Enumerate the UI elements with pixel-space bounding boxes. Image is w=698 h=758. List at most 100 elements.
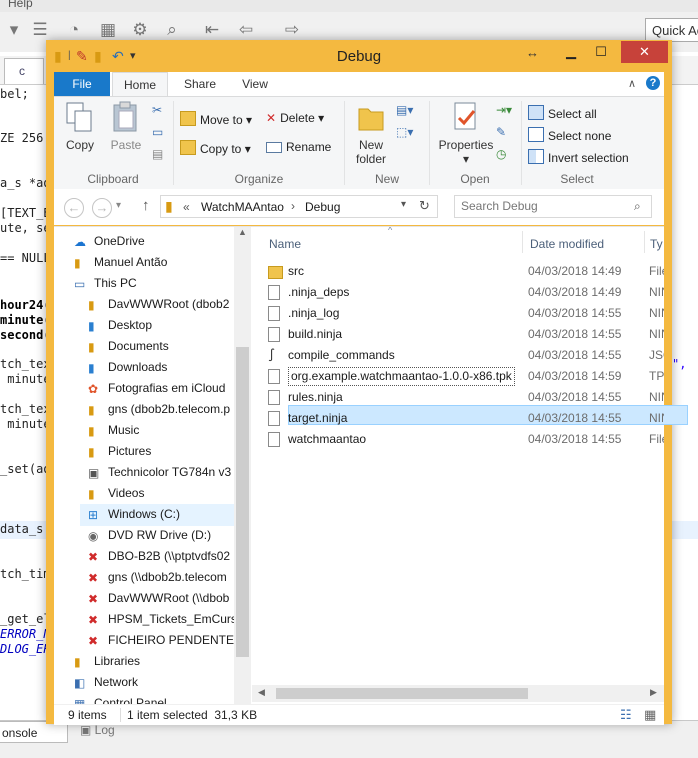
file-row[interactable]: target.ninja 04/03/2018 14:55 NIN — [264, 408, 664, 429]
file-list[interactable]: Name ^ Date modified Ty src 04/03/2018 14… — [252, 227, 664, 705]
nav-item[interactable]: ▮ Downloads — [88, 357, 167, 378]
maximize-button[interactable]: ☐ — [586, 41, 616, 63]
nav-item[interactable]: ✖ HPSM_Tickets_EmCurs — [88, 609, 234, 630]
column-separator[interactable] — [522, 231, 523, 253]
dropdown-arrow-icon[interactable]: ▾ — [4, 20, 24, 40]
search-icon[interactable]: ⌕ — [634, 199, 641, 214]
invert-selection-button[interactable]: Invert selection — [528, 149, 629, 165]
column-separator[interactable] — [644, 231, 645, 253]
column-name[interactable]: Name — [269, 237, 301, 251]
nav-item[interactable]: ✖ gns (\\dbob2b.telecom — [88, 567, 227, 588]
nav-item[interactable]: ▣ Technicolor TG784n v3 — [88, 462, 231, 483]
open-icon[interactable]: ⇥▾ — [496, 103, 512, 117]
nav-item[interactable]: ✖ FICHEIRO PENDENTES — [88, 630, 234, 651]
navigation-pane[interactable]: ☁ OneDrive ▮ Manuel Antão ▭ This PC ▮ DavWWWRoo… — [54, 227, 234, 705]
move-to-button[interactable]: Move to ▾ — [180, 111, 252, 127]
scroll-right-icon[interactable]: ▶ — [650, 687, 657, 698]
recent-locations-icon[interactable]: ▾ — [116, 200, 121, 211]
edit-icon[interactable]: ✎ — [496, 125, 506, 139]
paste-shortcut-icon[interactable]: ▤ — [152, 147, 163, 161]
file-row[interactable]: ∫ compile_commands 04/03/2018 14:55 JSO — [264, 345, 664, 366]
new-folder-button[interactable]: New folder — [348, 101, 394, 166]
cut-icon[interactable]: ✂ — [152, 103, 162, 117]
scroll-up-icon[interactable]: ▲ — [238, 227, 247, 237]
nav-item[interactable]: ▮ Libraries — [74, 651, 140, 672]
forward-button[interactable]: → — [92, 198, 112, 218]
select-none-button[interactable]: Select none — [528, 127, 611, 143]
paste-button[interactable]: Paste — [104, 101, 148, 152]
forward-arrow-icon[interactable]: ⇨ — [282, 20, 302, 40]
file-row[interactable]: src 04/03/2018 14:49 File — [264, 261, 664, 282]
refresh-icon[interactable]: ↻ — [419, 198, 430, 214]
dashboard-icon[interactable]: ◔ — [64, 20, 84, 40]
nav-item[interactable]: ▮ Videos — [88, 483, 144, 504]
nav-item[interactable]: ☁ OneDrive — [74, 231, 145, 252]
history-icon[interactable]: ◷ — [496, 147, 506, 161]
minimize-button[interactable]: ▁ — [558, 41, 584, 63]
nav-item-label: Downloads — [108, 360, 168, 374]
column-type[interactable]: Ty — [650, 237, 663, 251]
nav-item[interactable]: ▮ Desktop — [88, 315, 152, 336]
nav-item[interactable]: ✖ DBO-B2B (\\ptptvdfs02 — [88, 546, 230, 567]
title-bar[interactable]: ▮ | ✎ ▮ ↶ ▾ Debug ↔ ▁ ☐ ✕ — [46, 40, 672, 72]
rename-button[interactable]: Rename — [266, 140, 331, 154]
nav-item[interactable]: ✖ DavWWWRoot (\\dbob — [88, 588, 229, 609]
tab-view[interactable]: View — [230, 72, 280, 96]
ide-menu-help[interactable]: Help — [8, 0, 33, 10]
up-button[interactable]: ↑ — [142, 197, 150, 214]
nav-item[interactable]: ◉ DVD RW Drive (D:) — [88, 525, 211, 546]
copy-button[interactable]: Copy — [58, 101, 102, 152]
scroll-left-icon[interactable]: ◀ — [258, 687, 265, 698]
file-row[interactable]: .ninja_log 04/03/2018 14:55 NIN — [264, 303, 664, 324]
collapse-ribbon-icon[interactable]: ∧ — [628, 72, 636, 96]
details-view-icon[interactable]: ☷ — [620, 707, 632, 723]
nav-item[interactable]: ✿ Fotografias em iCloud — [88, 378, 225, 399]
navigation-scroll-thumb[interactable] — [236, 347, 249, 657]
close-button[interactable]: ✕ — [621, 41, 668, 63]
quick-access-input[interactable]: Quick Ac — [645, 18, 698, 42]
nav-item[interactable]: ▮ Pictures — [88, 441, 151, 462]
select-all-button[interactable]: Select all — [528, 105, 597, 121]
back-arrow-icon[interactable]: ⇦ — [236, 20, 256, 40]
nav-item[interactable]: ⊞ Windows (C:) — [88, 504, 180, 525]
chip-icon[interactable]: ▦ — [98, 20, 118, 40]
file-row[interactable]: build.ninja 04/03/2018 14:55 NIN — [264, 324, 664, 345]
address-overflow[interactable]: « — [183, 200, 190, 214]
properties-button[interactable]: Properties ▾ — [434, 101, 498, 166]
nav-item[interactable]: ▮ gns (dbob2b.telecom.p — [88, 399, 230, 420]
file-row[interactable]: org.example.watchmaantao-1.0.0-x86.tpk 04… — [264, 366, 664, 387]
log-tab[interactable]: ▣ Log — [80, 723, 115, 737]
horizontal-scroll-thumb[interactable] — [276, 688, 528, 699]
nav-item[interactable]: ▮ DavWWWRoot (dbob2 — [88, 294, 229, 315]
breadcrumb-watchmaantao[interactable]: WatchMAAntao — [201, 200, 284, 214]
address-field[interactable]: ▮ « WatchMAAntao › Debug ▾ ↻ — [160, 195, 438, 218]
nav-item[interactable]: ◧ Network — [74, 672, 138, 693]
copy-to-button[interactable]: Copy to ▾ — [180, 140, 251, 156]
file-row[interactable]: rules.ninja 04/03/2018 14:55 NIN — [264, 387, 664, 408]
back-icon[interactable]: ⇤ — [202, 20, 222, 40]
nav-item[interactable]: ▮ Music — [88, 420, 139, 441]
search-input[interactable]: Search Debug — [454, 195, 652, 218]
tab-share[interactable]: Share — [172, 72, 228, 96]
address-dropdown-icon[interactable]: ▾ — [401, 199, 406, 210]
file-row[interactable]: watchmaantao 04/03/2018 14:55 File — [264, 429, 664, 450]
file-row[interactable]: .ninja_deps 04/03/2018 14:49 NIN — [264, 282, 664, 303]
inspect-icon[interactable]: ⌕ — [162, 20, 182, 40]
gear-icon[interactable]: ⚙ — [130, 20, 150, 40]
editor-tab[interactable]: c — [4, 58, 44, 84]
column-date-modified[interactable]: Date modified — [530, 237, 604, 251]
tab-home[interactable]: Home — [112, 72, 168, 96]
help-icon[interactable]: ? — [646, 76, 660, 90]
nav-item[interactable]: ▮ Documents — [88, 336, 169, 357]
new-item-icon[interactable]: ▤▾ — [396, 103, 413, 117]
list-icon[interactable]: ☰ — [30, 20, 50, 40]
copy-path-icon[interactable]: ▭ — [152, 125, 163, 139]
nav-item[interactable]: ▭ This PC — [74, 273, 137, 294]
breadcrumb-debug[interactable]: Debug — [305, 200, 340, 214]
large-icons-view-icon[interactable]: ▦ — [644, 707, 656, 723]
delete-button[interactable]: ✕ Delete ▾ — [266, 111, 324, 125]
back-button[interactable]: ← — [64, 198, 84, 218]
nav-item[interactable]: ▮ Manuel Antão — [74, 252, 167, 273]
tab-file[interactable]: File — [54, 72, 110, 96]
easy-access-icon[interactable]: ⬚▾ — [396, 125, 413, 139]
